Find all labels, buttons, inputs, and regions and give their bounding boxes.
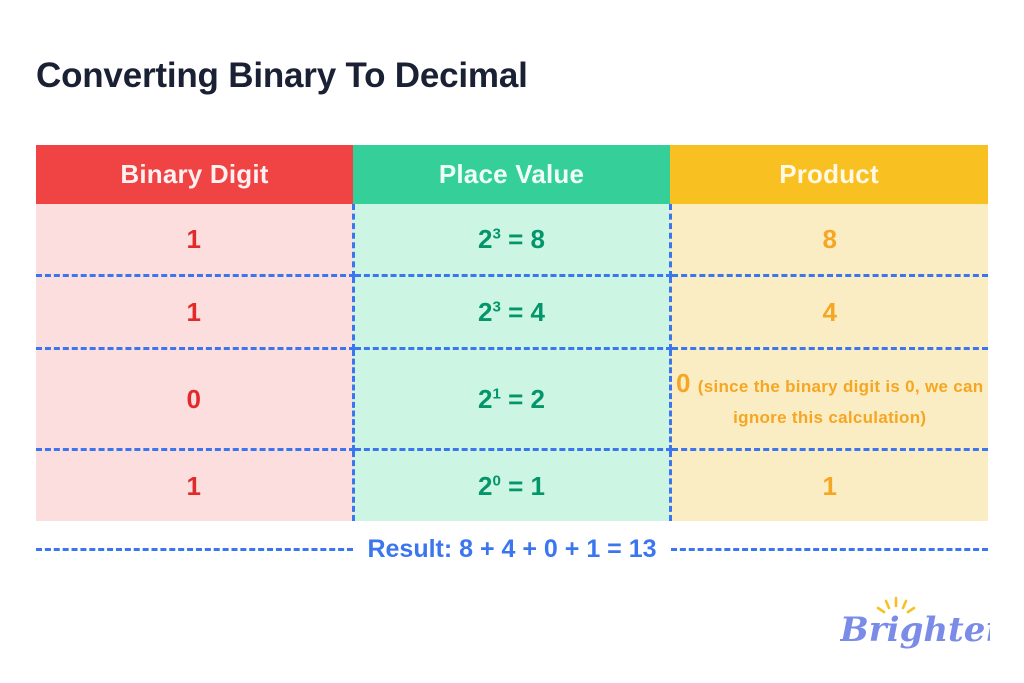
product-annotation: (since the binary digit is 0, we can ign… xyxy=(697,377,984,427)
cell-binary-digit: 1 xyxy=(36,449,355,521)
table-body: 1 23 = 8 8 1 23 = 4 4 0 21 = 2 0 (since … xyxy=(36,204,988,521)
cell-product: 4 xyxy=(670,275,988,350)
dashed-rule-left xyxy=(36,547,354,551)
column-header-binary-digit: Binary Digit xyxy=(36,145,353,204)
binary-to-decimal-table: Binary Digit Place Value Product 1 23 = … xyxy=(36,145,988,521)
place-exponent: 0 xyxy=(492,471,501,489)
logo-wordmark: Brighterly xyxy=(840,610,990,650)
table-row: 0 21 = 2 0 (since the binary digit is 0,… xyxy=(36,348,988,451)
cell-place-value: 20 = 1 xyxy=(353,449,672,521)
place-base: 2 xyxy=(478,296,493,327)
place-exponent: 1 xyxy=(492,384,501,402)
place-base: 2 xyxy=(478,383,493,414)
column-header-place-value: Place Value xyxy=(353,145,670,204)
result-text: Result: 8 + 4 + 0 + 1 = 13 xyxy=(367,534,657,563)
brighterly-logo: Brighterly xyxy=(840,596,990,650)
cell-place-value: 23 = 4 xyxy=(353,275,672,350)
column-header-product: Product xyxy=(670,145,988,204)
table-row: 1 20 = 1 1 xyxy=(36,449,988,521)
place-base: 2 xyxy=(478,223,493,254)
cell-place-value: 23 = 8 xyxy=(353,204,672,277)
place-equals: = 4 xyxy=(508,296,545,327)
product-value: 0 xyxy=(676,368,691,399)
place-equals: = 8 xyxy=(508,223,545,254)
cell-binary-digit: 1 xyxy=(36,204,355,277)
cell-product: 0 (since the binary digit is 0, we can i… xyxy=(670,348,988,451)
page-title: Converting Binary To Decimal xyxy=(36,56,528,95)
place-base: 2 xyxy=(478,470,493,501)
place-equals: = 1 xyxy=(508,470,545,501)
place-exponent: 3 xyxy=(492,224,501,242)
cell-binary-digit: 0 xyxy=(36,348,355,451)
place-exponent: 3 xyxy=(492,297,501,315)
cell-place-value: 21 = 2 xyxy=(353,348,672,451)
dashed-rule-right xyxy=(670,547,988,551)
slide-canvas: Converting Binary To Decimal Binary Digi… xyxy=(0,0,1024,683)
result-summary: Result: 8 + 4 + 0 + 1 = 13 xyxy=(36,532,988,566)
cell-binary-digit: 1 xyxy=(36,275,355,350)
table-header-row: Binary Digit Place Value Product xyxy=(36,145,988,204)
cell-product: 8 xyxy=(670,204,988,277)
table-row: 1 23 = 4 4 xyxy=(36,275,988,350)
place-equals: = 2 xyxy=(508,383,545,414)
table-header: Binary Digit Place Value Product xyxy=(36,145,988,204)
cell-product: 1 xyxy=(670,449,988,521)
table-row: 1 23 = 8 8 xyxy=(36,204,988,277)
